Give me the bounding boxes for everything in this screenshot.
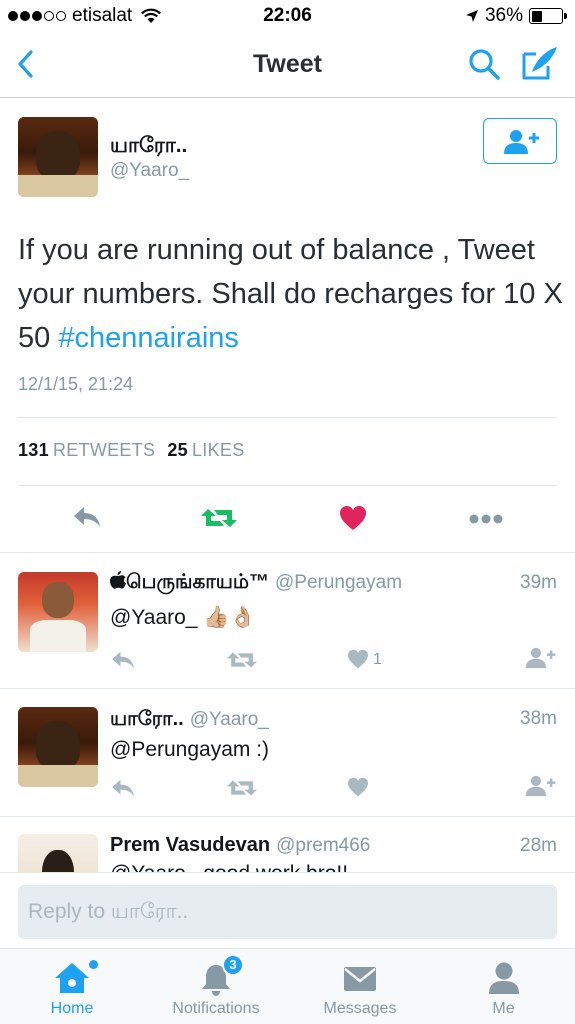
retweet-button[interactable] — [226, 650, 258, 675]
retweet-button[interactable] — [226, 778, 258, 803]
add-user-icon — [525, 775, 556, 797]
retweets-stat[interactable]: 131 RETWEETS — [18, 440, 155, 460]
divider — [0, 688, 575, 689]
new-content-dot — [89, 960, 98, 969]
reply-time: 28m — [520, 835, 557, 856]
retweet-icon — [227, 780, 257, 796]
retweet-icon — [201, 509, 237, 527]
reply-author-handle: @Yaaro_ — [189, 709, 269, 730]
tweet-timestamp: 12/1/15, 21:24 — [18, 374, 134, 394]
tab-messages[interactable]: Messages — [288, 949, 432, 1024]
avatar[interactable] — [18, 572, 98, 652]
reply-button[interactable] — [72, 505, 102, 534]
retweet-icon — [227, 652, 257, 668]
envelope-icon — [344, 967, 376, 991]
reply-author-handle: @prem466 — [276, 835, 371, 856]
reply-author-handle: @Perungayam — [275, 572, 403, 593]
more-button[interactable] — [468, 512, 504, 530]
reply-icon — [112, 779, 134, 797]
follow-button[interactable] — [525, 647, 557, 674]
reply-author-name: பெருங்காயம்™ — [126, 571, 269, 593]
user-icon — [489, 962, 519, 994]
reply-composer: Reply to யாரோ.. — [0, 872, 575, 948]
tab-bar: Home 3 Notifications Messages Me — [0, 948, 575, 1024]
reply-button[interactable] — [110, 650, 136, 675]
tab-messages-label: Messages — [323, 1000, 397, 1017]
tab-notifications[interactable]: 3 Notifications — [144, 949, 288, 1024]
reply-author[interactable]: Prem Vasudevan @prem466 — [110, 834, 370, 857]
add-user-icon — [504, 130, 539, 154]
reply-icon — [112, 651, 134, 669]
add-user-icon — [525, 647, 556, 669]
tab-notifications-label: Notifications — [172, 1000, 260, 1017]
status-bar: etisalat 22:06 36% — [0, 0, 575, 32]
heart-icon — [348, 777, 368, 797]
reply-time: 38m — [520, 708, 557, 729]
likes-label: LIKES — [191, 440, 245, 460]
divider — [18, 417, 557, 418]
compose-icon — [522, 47, 557, 80]
battery-level — [531, 10, 542, 22]
tweet-author-name[interactable]: யாரோ.. — [110, 134, 187, 160]
location-arrow-icon — [465, 10, 478, 22]
reply-author-name: யாரோ.. — [110, 708, 184, 730]
tab-me-label: Me — [492, 1000, 515, 1017]
avatar[interactable] — [18, 117, 98, 197]
compose-button[interactable] — [520, 44, 560, 82]
nav-bar: Tweet — [0, 32, 575, 98]
tweet-author-handle[interactable]: @Yaaro_ — [110, 160, 189, 182]
apple-logo-icon — [110, 571, 126, 589]
retweet-button[interactable] — [200, 506, 238, 535]
battery-percent: 36% — [484, 5, 523, 26]
tweet-stats: 131 RETWEETS 25 LIKES — [18, 440, 245, 461]
reply-text: @Yaaro_ 👍🏼👌🏼 — [110, 606, 256, 629]
retweets-label: RETWEETS — [52, 440, 156, 460]
reply-input[interactable]: Reply to யாரோ.. — [18, 885, 557, 939]
like-count: 1 — [373, 651, 382, 668]
follow-button[interactable] — [525, 775, 557, 802]
divider — [18, 485, 557, 486]
tweet-text: If you are running out of balance , Twee… — [18, 228, 563, 360]
heart-icon — [348, 649, 368, 669]
more-icon — [469, 514, 503, 524]
like-button[interactable] — [339, 505, 367, 536]
reply-time: 39m — [520, 572, 557, 593]
battery-icon — [529, 8, 567, 24]
reply-author[interactable]: யாரோ.. @Yaaro_ — [110, 708, 269, 733]
heart-icon — [340, 506, 366, 530]
reply-button[interactable] — [110, 778, 136, 803]
avatar[interactable] — [18, 707, 98, 787]
tab-me[interactable]: Me — [432, 949, 575, 1024]
like-button[interactable] — [347, 649, 369, 674]
reply-icon — [74, 507, 100, 527]
reply-author[interactable]: பெருங்காயம்™ @Perungayam — [110, 571, 402, 596]
tab-home[interactable]: Home — [0, 949, 144, 1024]
retweets-count: 131 — [18, 440, 49, 460]
home-icon — [55, 963, 89, 993]
reply-author-name: Prem Vasudevan — [110, 834, 271, 856]
reply-text: @Perungayam :) — [110, 738, 270, 761]
likes-count: 25 — [167, 440, 188, 460]
divider — [0, 816, 575, 817]
divider — [0, 552, 575, 553]
like-button[interactable] — [347, 777, 369, 802]
search-icon — [469, 49, 500, 80]
likes-stat[interactable]: 25 LIKES — [167, 440, 244, 460]
notifications-badge: 3 — [222, 954, 244, 976]
hashtag-link[interactable]: #chennairains — [58, 322, 239, 354]
status-right: 36% — [465, 5, 567, 27]
follow-button[interactable] — [483, 118, 557, 164]
search-button[interactable] — [466, 46, 502, 82]
tab-home-label: Home — [50, 1000, 94, 1017]
